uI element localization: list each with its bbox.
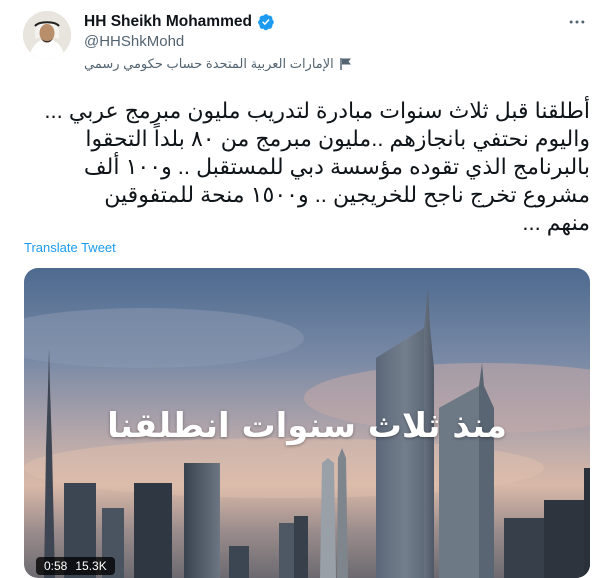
translate-tweet-link[interactable]: Translate Tweet — [24, 240, 116, 255]
tweet-media-video[interactable]: منذ ثلاث سنوات انطلقنا 0:58 15.3K — [24, 268, 590, 578]
author-display-name[interactable]: HH Sheikh Mohammed — [84, 13, 252, 31]
avatar[interactable] — [23, 11, 71, 59]
verified-badge-icon — [257, 13, 275, 31]
tweet-card: HH Sheikh Mohammed @HHShkMohd الإمارات ا… — [0, 0, 607, 578]
video-duration: 0:58 — [44, 559, 68, 573]
author-handle[interactable]: @HHShkMohd — [84, 33, 184, 50]
video-info-badge: 0:58 15.3K — [36, 557, 115, 575]
government-label-text: الإمارات العربية المتحدة حساب حكومي رسمي — [84, 56, 334, 71]
government-account-label: الإمارات العربية المتحدة حساب حكومي رسمي — [84, 56, 352, 72]
tweet-text: أطلقنا قبل ثلاث سنوات مبادرة لتدريب مليو… — [44, 98, 590, 235]
video-view-count: 15.3K — [75, 559, 107, 573]
more-options-icon[interactable] — [565, 10, 589, 34]
flag-icon — [340, 57, 352, 71]
video-overlay-title: منذ ثلاث سنوات انطلقنا — [107, 406, 507, 446]
author-name-row: HH Sheikh Mohammed — [84, 13, 275, 31]
